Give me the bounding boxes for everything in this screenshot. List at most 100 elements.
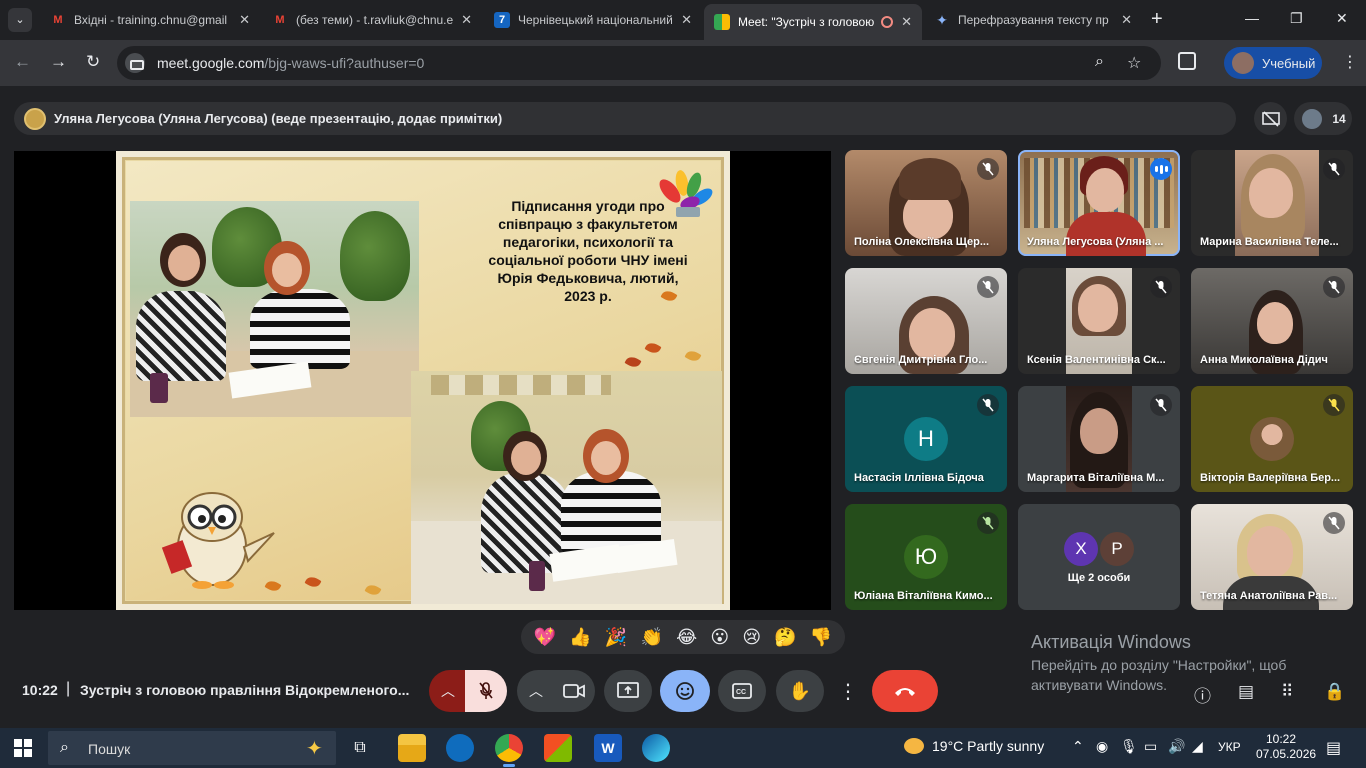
- network-icon[interactable]: ◢: [1192, 738, 1203, 755]
- more-participants-tile[interactable]: Х Р Ще 2 особи: [1018, 504, 1180, 610]
- leave-call-button[interactable]: [872, 670, 938, 712]
- video-settings-button[interactable]: ︿: [517, 670, 555, 712]
- participant-tile[interactable]: Ксенія Валентинівна Ск...: [1018, 268, 1180, 374]
- camera-tray-icon[interactable]: ◉: [1096, 738, 1108, 755]
- audio-settings-button[interactable]: ︿: [429, 670, 467, 712]
- zoom-search-icon[interactable]: ⌕: [1095, 53, 1104, 71]
- participant-tile[interactable]: Н Настасія Іллівна Бідоча: [845, 386, 1007, 492]
- start-button[interactable]: [14, 739, 32, 757]
- participant-tile[interactable]: Поліна Олексіївна Щер...: [845, 150, 1007, 256]
- participant-tile[interactable]: Вікторія Валеріївна Бер...: [1191, 386, 1353, 492]
- word-icon[interactable]: W: [594, 734, 622, 762]
- tab-chnu-site[interactable]: 7 Чернівецький національний ✕: [484, 4, 702, 36]
- mic-off-icon: [1323, 158, 1345, 180]
- taskbar-clock[interactable]: 10:22 07.05.2026: [1256, 732, 1316, 762]
- participant-tile[interactable]: Маргарита Віталіївна М...: [1018, 386, 1180, 492]
- more-options-button[interactable]: ⋮: [834, 670, 862, 712]
- mic-off-icon: [479, 682, 493, 699]
- tab-gmail-message[interactable]: M (без теми) - t.ravliuk@chnu.edu ✕: [262, 4, 482, 36]
- forward-icon[interactable]: →: [50, 52, 67, 72]
- raise-hand-button[interactable]: ✋: [776, 670, 824, 712]
- host-controls-icon[interactable]: 🔒: [1324, 682, 1345, 702]
- chrome-icon[interactable]: [495, 734, 523, 767]
- presentation-layout-button[interactable]: [1254, 102, 1287, 135]
- reaction-laughing[interactable]: 😂: [676, 620, 697, 654]
- meeting-details-icon[interactable]: ⓘ: [1194, 682, 1211, 707]
- close-tab-icon[interactable]: ✕: [681, 12, 692, 28]
- participant-tile-active-speaker[interactable]: Уляна Легусова (Уляна ...: [1018, 150, 1180, 256]
- edge-icon[interactable]: [642, 734, 670, 762]
- reaction-crying[interactable]: 😢: [742, 620, 761, 654]
- people-button[interactable]: 14: [1294, 102, 1352, 135]
- participant-face: [1257, 302, 1293, 344]
- person-face: [168, 245, 200, 281]
- camera-toggle-button[interactable]: [553, 670, 595, 712]
- speaking-indicator-icon: [1150, 158, 1172, 180]
- profile-button[interactable]: Учебный: [1224, 47, 1322, 79]
- microphone-toggle-button[interactable]: [465, 670, 507, 712]
- browser-menu-icon[interactable]: ⋮: [1342, 52, 1358, 72]
- outlook-icon[interactable]: [446, 734, 474, 762]
- tab-gmail-inbox[interactable]: M Вхідні - training.chnu@gmail ✕: [40, 4, 260, 36]
- participant-tile[interactable]: Євгенія Дмитрівна Гло...: [845, 268, 1007, 374]
- taskbar-search[interactable]: ⌕ Пошук ✦: [48, 731, 336, 765]
- presentation-stage[interactable]: Підписання угоди про співпрацю з факульт…: [14, 151, 831, 610]
- search-icon: ⌕: [60, 739, 69, 756]
- tab-search-button[interactable]: ⌄: [8, 8, 32, 32]
- language-indicator[interactable]: УКР: [1218, 740, 1241, 754]
- title-separator: |: [66, 680, 71, 697]
- minimize-window-icon[interactable]: —: [1245, 10, 1259, 26]
- reaction-sparkling-heart[interactable]: 💖: [534, 620, 556, 654]
- participant-face: [1086, 168, 1124, 212]
- site-info-icon[interactable]: [125, 53, 145, 73]
- close-tab-icon[interactable]: ✕: [901, 14, 912, 30]
- reaction-thumbs-down[interactable]: 👎: [810, 620, 832, 654]
- address-bar[interactable]: meet.google.com/bjg-waws-ufi?authuser=0 …: [117, 46, 1161, 80]
- reactions-button[interactable]: [660, 670, 710, 712]
- svg-text:CC: CC: [736, 689, 746, 696]
- notifications-icon[interactable]: ▤: [1326, 738, 1341, 758]
- new-tab-button[interactable]: +: [1151, 8, 1163, 31]
- bookmark-star-icon[interactable]: ☆: [1127, 53, 1141, 73]
- back-icon[interactable]: ←: [14, 52, 31, 72]
- chat-icon[interactable]: ▤: [1238, 682, 1254, 702]
- reaction-thinking[interactable]: 🤔: [774, 620, 796, 654]
- captions-button[interactable]: CC: [718, 670, 766, 712]
- participant-tile[interactable]: Марина Василівна Теле...: [1191, 150, 1353, 256]
- tab-title: Чернівецький національний: [518, 13, 673, 27]
- person-image: [250, 289, 350, 369]
- activities-icon[interactable]: ⠿: [1281, 682, 1293, 702]
- tab-google-meet[interactable]: Meet: "Зустріч з головою ✕: [704, 4, 922, 40]
- participant-name: Юліана Віталіївна Кимо...: [854, 590, 993, 602]
- participant-tile[interactable]: Анна Миколаївна Дідич: [1191, 268, 1353, 374]
- close-tab-icon[interactable]: ✕: [239, 12, 250, 28]
- close-window-icon[interactable]: ✕: [1336, 10, 1348, 27]
- extensions-icon[interactable]: [1178, 52, 1196, 70]
- close-tab-icon[interactable]: ✕: [461, 12, 472, 28]
- close-tab-icon[interactable]: ✕: [1121, 12, 1132, 28]
- weather-widget[interactable]: 19°C Partly sunny: [904, 738, 1044, 754]
- tab-paraphrase[interactable]: ✦ Перефразування тексту пр ✕: [924, 4, 1142, 36]
- mic-off-icon: [977, 276, 999, 298]
- reaction-surprised[interactable]: 😮: [710, 620, 729, 654]
- present-screen-button[interactable]: [604, 670, 652, 712]
- presenter-banner[interactable]: Уляна Легусова (Уляна Легусова) (веде пр…: [14, 102, 1236, 135]
- meet-area: Уляна Легусова (Уляна Легусова) (веде пр…: [0, 86, 1366, 728]
- reload-icon[interactable]: ↻: [86, 52, 100, 72]
- reaction-clapping[interactable]: 👏: [640, 620, 662, 654]
- reaction-thumbs-up[interactable]: 👍: [569, 620, 591, 654]
- person-face: [272, 253, 302, 287]
- participant-tile[interactable]: Ю Юліана Віталіївна Кимо...: [845, 504, 1007, 610]
- file-explorer-icon[interactable]: [398, 734, 426, 762]
- battery-icon[interactable]: ▭: [1144, 738, 1157, 755]
- end-call-icon: [895, 688, 915, 696]
- show-hidden-icons-icon[interactable]: ⌃: [1072, 738, 1084, 755]
- volume-icon[interactable]: 🔊: [1168, 738, 1185, 755]
- task-view-icon[interactable]: ⧉: [346, 734, 374, 762]
- microphone-tray-icon[interactable]: 🎙: [1120, 738, 1138, 755]
- microsoft-store-icon[interactable]: [544, 734, 572, 762]
- participant-face: [1247, 526, 1293, 578]
- participant-tile[interactable]: Тетяна Анатоліївна Рав...: [1191, 504, 1353, 610]
- reaction-party-popper[interactable]: 🎉: [605, 620, 627, 654]
- restore-window-icon[interactable]: ❐: [1290, 10, 1303, 27]
